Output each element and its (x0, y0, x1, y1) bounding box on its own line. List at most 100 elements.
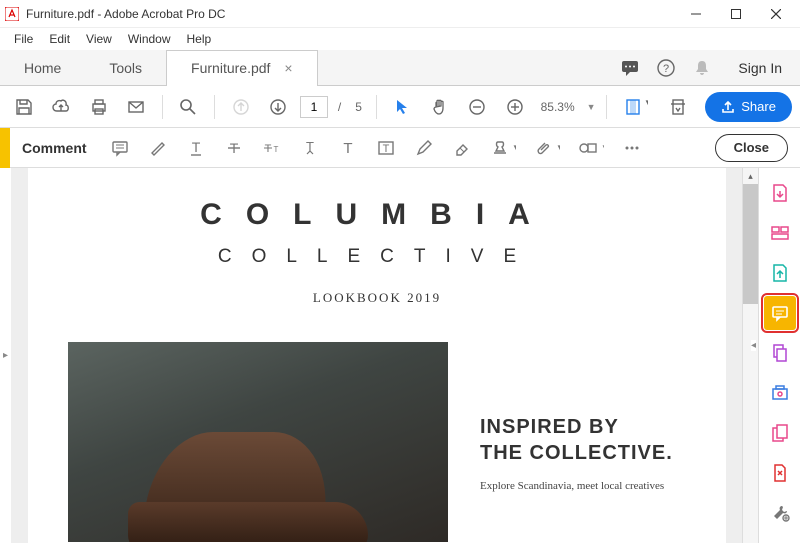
svg-text:▼: ▼ (644, 98, 648, 107)
page-display-icon[interactable] (662, 91, 693, 123)
page-separator: / (334, 100, 345, 114)
page-up-icon[interactable] (225, 91, 256, 123)
zoom-out-icon[interactable] (462, 91, 493, 123)
compress-tool-icon[interactable] (764, 456, 796, 490)
strikethrough-icon[interactable]: T (217, 131, 251, 165)
tools-rail: ◂ (758, 168, 800, 543)
print-icon[interactable] (83, 91, 114, 123)
sign-in-button[interactable]: Sign In (720, 60, 800, 76)
fit-width-icon[interactable]: ▼ (617, 91, 656, 123)
menu-bar: File Edit View Window Help (0, 28, 800, 50)
share-button[interactable]: Share (705, 92, 792, 122)
doc-subtitle: COLLECTIVE (68, 246, 686, 268)
comment-toolbar: Comment T T TT T T T ▼ ▼ ▼ Close (0, 128, 800, 168)
menu-file[interactable]: File (6, 30, 41, 48)
combine-files-tool-icon[interactable] (764, 216, 796, 250)
window-titlebar: Furniture.pdf - Adobe Acrobat Pro DC (0, 0, 800, 28)
window-minimize[interactable] (676, 0, 716, 28)
create-pdf-tool-icon[interactable] (764, 176, 796, 210)
tab-close-icon[interactable]: × (284, 60, 292, 76)
doc-tagline: LOOKBOOK 2019 (68, 290, 686, 306)
email-icon[interactable] (120, 91, 151, 123)
workspace: ▸ COLUMBIA COLLECTIVE LOOKBOOK 2019 INSP… (0, 168, 800, 543)
svg-text:▼: ▼ (556, 143, 560, 152)
window-maximize[interactable] (716, 0, 756, 28)
organize-pages-tool-icon[interactable] (764, 336, 796, 370)
menu-help[interactable]: Help (179, 30, 220, 48)
tab-home[interactable]: Home (0, 50, 85, 86)
document-viewport[interactable]: COLUMBIA COLLECTIVE LOOKBOOK 2019 INSPIR… (12, 168, 742, 543)
notification-bell-icon[interactable] (684, 50, 720, 86)
menu-edit[interactable]: Edit (41, 30, 78, 48)
chevron-right-icon: ▸ (3, 350, 8, 361)
pencil-draw-icon[interactable] (407, 131, 441, 165)
doc-body-text: Explore Scandinavia, meet local creative… (480, 480, 686, 492)
left-panel-toggle[interactable]: ▸ (0, 168, 12, 543)
drawing-tools-icon[interactable]: ▼ (571, 131, 611, 165)
menu-view[interactable]: View (78, 30, 120, 48)
eraser-icon[interactable] (445, 131, 479, 165)
tab-tools[interactable]: Tools (85, 50, 166, 86)
more-options-icon[interactable] (615, 131, 649, 165)
comment-indicator (0, 128, 10, 168)
share-button-label: Share (741, 99, 776, 114)
right-panel-toggle[interactable]: ◂ (751, 340, 756, 351)
edit-pdf-tool-icon[interactable] (764, 416, 796, 450)
svg-text:▼: ▼ (601, 143, 604, 152)
scrollbar-thumb[interactable] (743, 184, 758, 304)
insert-text-icon[interactable]: T (293, 131, 327, 165)
vertical-scrollbar[interactable]: ▴ (742, 168, 758, 543)
comment-tool-icon[interactable] (764, 296, 796, 330)
doc-title: COLUMBIA (68, 198, 686, 232)
tab-document-label: Furniture.pdf (191, 60, 270, 76)
svg-text:?: ? (663, 63, 669, 75)
scan-ocr-tool-icon[interactable] (764, 376, 796, 410)
svg-text:T: T (343, 140, 352, 157)
cloud-icon[interactable] (45, 91, 76, 123)
zoom-value: 85.3% (537, 100, 579, 114)
svg-text:T: T (264, 143, 271, 155)
doc-hero-image (68, 342, 448, 542)
selection-tool-icon[interactable] (387, 91, 418, 123)
tab-home-label: Home (24, 60, 61, 76)
tab-document[interactable]: Furniture.pdf × (166, 50, 318, 86)
replace-text-icon[interactable]: TT (255, 131, 289, 165)
share-upload-icon (721, 100, 735, 114)
page-number-input[interactable] (300, 96, 328, 118)
sticky-note-icon[interactable] (103, 131, 137, 165)
menu-window[interactable]: Window (120, 30, 179, 48)
add-text-icon[interactable]: T (331, 131, 365, 165)
highlight-icon[interactable] (141, 131, 175, 165)
tab-tools-label: Tools (109, 60, 142, 76)
window-title: Furniture.pdf - Adobe Acrobat Pro DC (26, 7, 676, 21)
save-icon[interactable] (8, 91, 39, 123)
more-tools-icon[interactable] (764, 496, 796, 530)
page-total: 5 (351, 100, 366, 114)
zoom-dropdown-icon[interactable]: ▼ (587, 102, 596, 112)
chat-icon[interactable] (612, 50, 648, 86)
main-toolbar: / 5 85.3% ▼ ▼ Share (0, 86, 800, 128)
svg-text:T: T (273, 145, 278, 154)
export-pdf-tool-icon[interactable] (764, 256, 796, 290)
underline-text-icon[interactable]: T (179, 131, 213, 165)
svg-text:T: T (382, 143, 389, 155)
comment-close-button[interactable]: Close (715, 134, 788, 162)
comment-label: Comment (14, 140, 99, 156)
stamp-icon[interactable]: ▼ (483, 131, 523, 165)
search-icon[interactable] (173, 91, 204, 123)
attachment-icon[interactable]: ▼ (527, 131, 567, 165)
page-down-icon[interactable] (263, 91, 294, 123)
svg-text:T: T (191, 139, 200, 155)
text-box-icon[interactable]: T (369, 131, 403, 165)
doc-heading-line1: INSPIRED BY (480, 414, 686, 440)
window-close[interactable] (756, 0, 796, 28)
doc-heading-line2: THE COLLECTIVE. (480, 440, 686, 466)
svg-text:▼: ▼ (512, 143, 516, 152)
hand-tool-icon[interactable] (424, 91, 455, 123)
help-icon[interactable]: ? (648, 50, 684, 86)
tab-bar: Home Tools Furniture.pdf × ? Sign In (0, 50, 800, 86)
scroll-up-icon[interactable]: ▴ (743, 168, 758, 184)
comment-close-label: Close (734, 140, 769, 155)
pdf-page: COLUMBIA COLLECTIVE LOOKBOOK 2019 INSPIR… (28, 168, 726, 543)
zoom-in-icon[interactable] (499, 91, 530, 123)
